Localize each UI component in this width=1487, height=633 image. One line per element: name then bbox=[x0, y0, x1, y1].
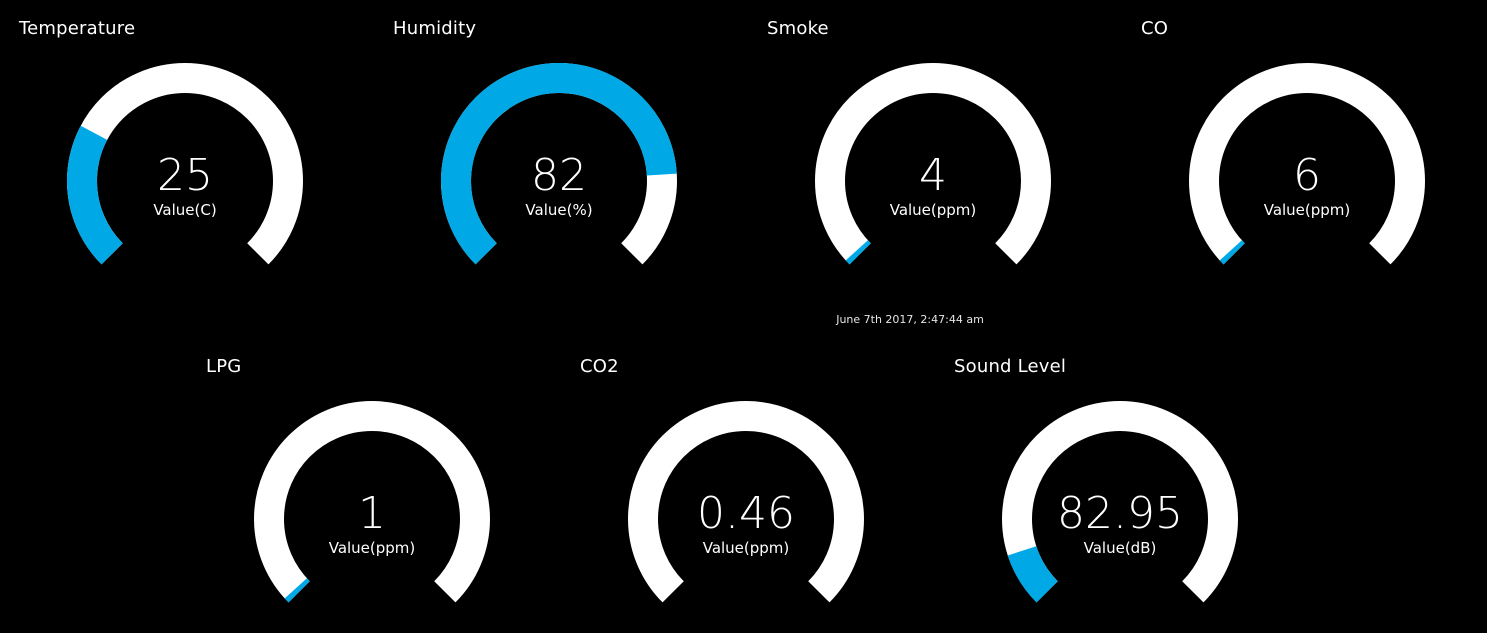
gauge-arc bbox=[254, 401, 490, 603]
gauge-value: 6 bbox=[1293, 150, 1321, 201]
gauge-unit-label: Value(dB) bbox=[1083, 539, 1157, 557]
gauge-unit-label: Value(C) bbox=[153, 201, 217, 219]
gauge-unit-label: Value(ppm) bbox=[889, 201, 977, 219]
gauge-humidity: Humidity 82 Value(%) bbox=[393, 18, 709, 278]
gauge-co: CO 6 Value(ppm) bbox=[1141, 18, 1457, 278]
gauge-fill bbox=[845, 240, 871, 265]
gauge-arc bbox=[815, 63, 1051, 265]
gauge-fill bbox=[1219, 240, 1245, 265]
gauge-value: 1 bbox=[358, 488, 386, 539]
gauge-temperature: Temperature 25 Value(C) bbox=[19, 18, 335, 278]
gauge-sound-level: Sound Level 82.95 Value(dB) bbox=[954, 356, 1270, 616]
gauge-unit-label: Value(%) bbox=[525, 201, 593, 219]
gauge-arc bbox=[67, 63, 303, 265]
gauge-unit-label: Value(ppm) bbox=[1263, 201, 1351, 219]
gauge-arc bbox=[628, 401, 864, 603]
gauge-value: 82.95 bbox=[1057, 488, 1183, 539]
gauge-co2: CO2 0.46 Value(ppm) bbox=[580, 356, 896, 616]
gauge-arc bbox=[1002, 401, 1238, 603]
gauge-fill bbox=[284, 578, 310, 603]
gauge-smoke: Smoke 4 Value(ppm) bbox=[767, 18, 1083, 278]
gauge-value: 25 bbox=[157, 150, 213, 201]
gauge-value: 0.46 bbox=[697, 488, 795, 539]
last-updated-timestamp: June 7th 2017, 2:47:44 am bbox=[836, 313, 984, 326]
gauge-unit-label: Value(ppm) bbox=[702, 539, 790, 557]
gauge-value: 4 bbox=[919, 150, 947, 201]
gauge-arc bbox=[1189, 63, 1425, 265]
gauge-arc bbox=[441, 63, 677, 265]
gauge-lpg: LPG 1 Value(ppm) bbox=[206, 356, 522, 616]
gauge-value: 82 bbox=[531, 150, 587, 201]
gauge-unit-label: Value(ppm) bbox=[328, 539, 416, 557]
